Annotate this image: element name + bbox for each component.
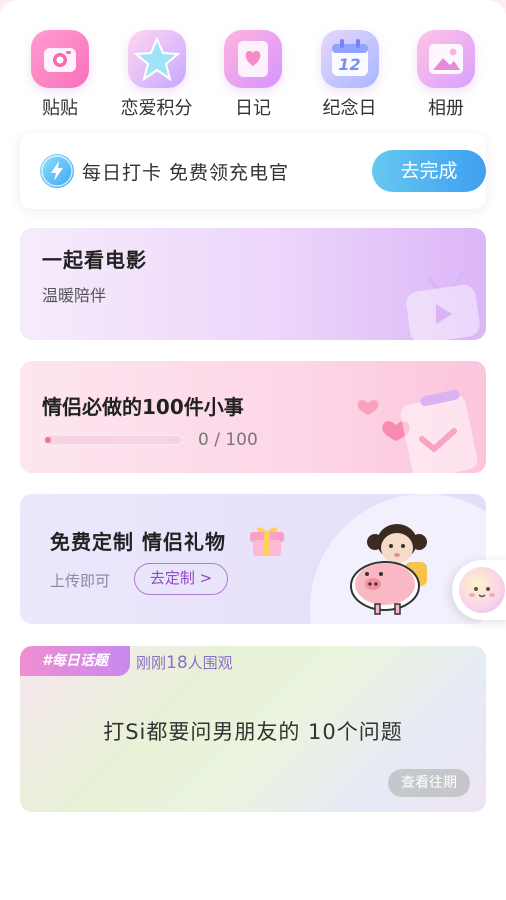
feature-label: 相册 — [428, 98, 464, 119]
hundred-progress-fill — [45, 437, 51, 443]
lightning-icon — [40, 154, 74, 188]
gift-subtitle: 上传即可 — [50, 572, 111, 590]
custom-gift-card[interactable]: 免费定制 情侣礼物 上传即可 去定制 > — [20, 494, 486, 624]
camera-icon — [31, 30, 89, 88]
hundred-progress-text: 0 / 100 — [198, 430, 258, 450]
feature-label: 纪念日 — [322, 98, 377, 119]
hundred-title: 情侣必做的100件小事 — [42, 395, 244, 419]
watch-movie-card[interactable]: 一起看电影 温暖陪伴 — [20, 228, 486, 340]
viewers-prefix: 刚刚 — [136, 654, 167, 672]
feature-label: 恋爱积分 — [120, 98, 193, 119]
feature-tietie[interactable]: 贴贴 — [12, 30, 108, 120]
hundred-progress-bar — [42, 434, 183, 446]
feature-diary[interactable]: 日记 — [205, 30, 301, 120]
viewers-count: 18 — [166, 653, 188, 673]
viewers-suffix: 人围观 — [187, 654, 233, 672]
checklist-heart-icon — [357, 389, 478, 473]
mascot-icon — [459, 567, 505, 613]
daily-topic-card[interactable]: #每日话题 刚刚18人围观 打Si都要问男朋友的 10个问题 查看往期 — [20, 646, 486, 812]
customize-button[interactable]: 去定制 > — [134, 563, 228, 595]
calendar-day: 12 — [338, 55, 361, 74]
feature-label: 日记 — [235, 98, 271, 119]
page-sheet: 贴贴 恋爱积分 日记 12 纪念日 相册 每日打卡 免费领充电官 去完成 一起看… — [0, 0, 506, 900]
pig-baby-illustration — [350, 524, 427, 615]
star-icon — [127, 30, 186, 88]
daily-checkin-card: 每日打卡 免费领充电官 去完成 — [20, 133, 486, 209]
floating-assistant-button[interactable] — [452, 560, 506, 620]
tv-play-icon — [406, 272, 480, 340]
feature-anniversary[interactable]: 12 纪念日 — [302, 30, 398, 120]
feature-love-points[interactable]: 恋爱积分 — [109, 30, 205, 120]
checkin-complete-button[interactable]: 去完成 — [372, 150, 486, 192]
checkin-text: 每日打卡 免费领充电官 — [82, 162, 290, 184]
feature-album[interactable]: 相册 — [398, 30, 494, 120]
view-past-button[interactable]: 查看往期 — [388, 769, 470, 797]
gift-title: 免费定制 情侣礼物 — [50, 530, 226, 554]
movie-title: 一起看电影 — [42, 248, 147, 272]
album-icon — [417, 30, 475, 88]
hundred-things-card[interactable]: 情侣必做的100件小事 0 / 100 — [20, 361, 486, 473]
gift-box-icon — [250, 527, 284, 556]
feature-icon-row: 贴贴 恋爱积分 日记 12 纪念日 相册 — [12, 30, 494, 120]
topic-title: 打Si都要问男朋友的 10个问题 — [103, 720, 403, 744]
daily-topic-tag: #每日话题 — [20, 646, 130, 676]
feature-label: 贴贴 — [42, 98, 78, 119]
calendar-icon: 12 — [320, 30, 379, 88]
topic-viewers: 刚刚18人围观 — [136, 652, 233, 673]
movie-subtitle: 温暖陪伴 — [42, 286, 107, 305]
diary-icon — [224, 30, 282, 88]
